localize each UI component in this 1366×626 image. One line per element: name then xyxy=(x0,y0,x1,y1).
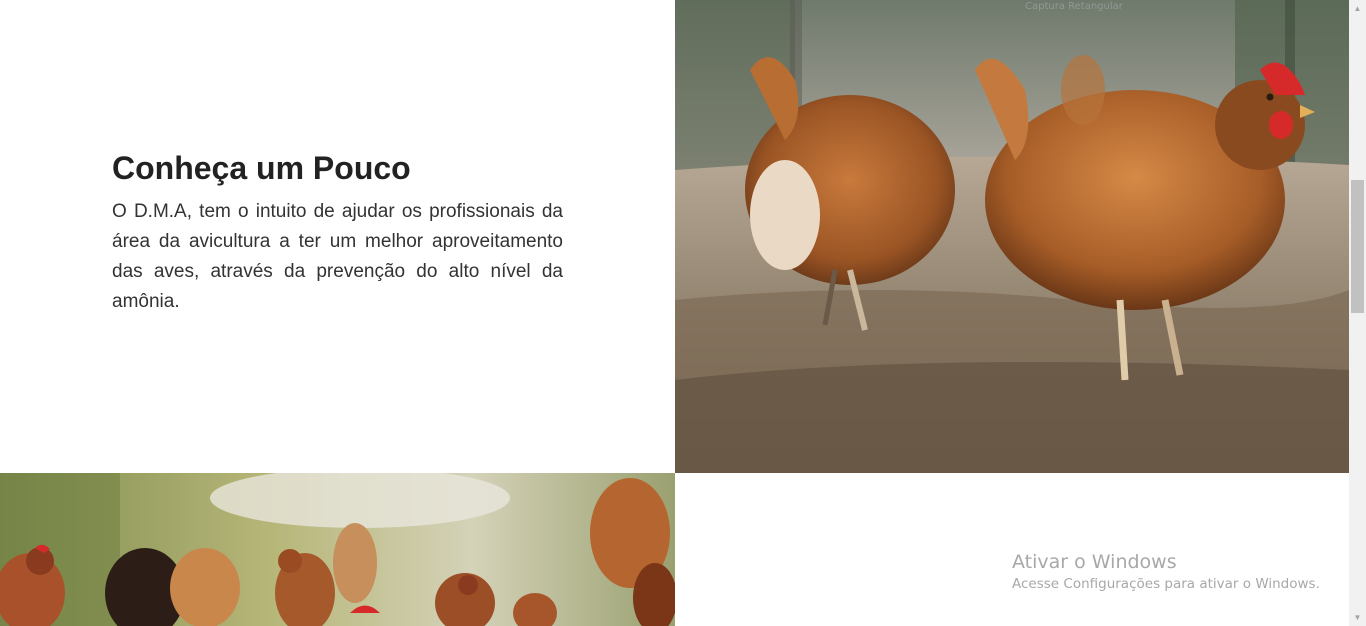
image-caption-text: Captura Retangular xyxy=(1025,1,1124,12)
about-section: Conheça um Pouco O D.M.A, tem o intuito … xyxy=(0,0,1349,626)
section-description: O D.M.A, tem o intuito de ajudar os prof… xyxy=(112,201,563,312)
scroll-up-icon[interactable]: ▲ xyxy=(1349,0,1366,17)
intro-panel: Conheça um Pouco O D.M.A, tem o intuito … xyxy=(0,0,675,473)
hens-in-dirt-image: Captura Retangular xyxy=(675,0,1349,473)
hens-in-dirt-photo: Captura Retangular xyxy=(675,0,1349,473)
section-heading: Conheça um Pouco xyxy=(112,150,411,186)
watermark-subtitle: Acesse Configurações para ativar o Windo… xyxy=(1012,576,1320,592)
watermark-title: Ativar o Windows xyxy=(1012,551,1177,573)
scroll-down-icon[interactable]: ▼ xyxy=(1349,609,1366,626)
flock-on-grass-image xyxy=(0,473,675,626)
windows-activation-watermark: Ativar o Windows Acesse Configurações pa… xyxy=(1012,550,1320,594)
flock-on-grass-photo xyxy=(0,473,675,626)
scrollbar-thumb[interactable] xyxy=(1351,180,1364,313)
vertical-scrollbar[interactable]: ▲ ▼ xyxy=(1349,0,1366,626)
